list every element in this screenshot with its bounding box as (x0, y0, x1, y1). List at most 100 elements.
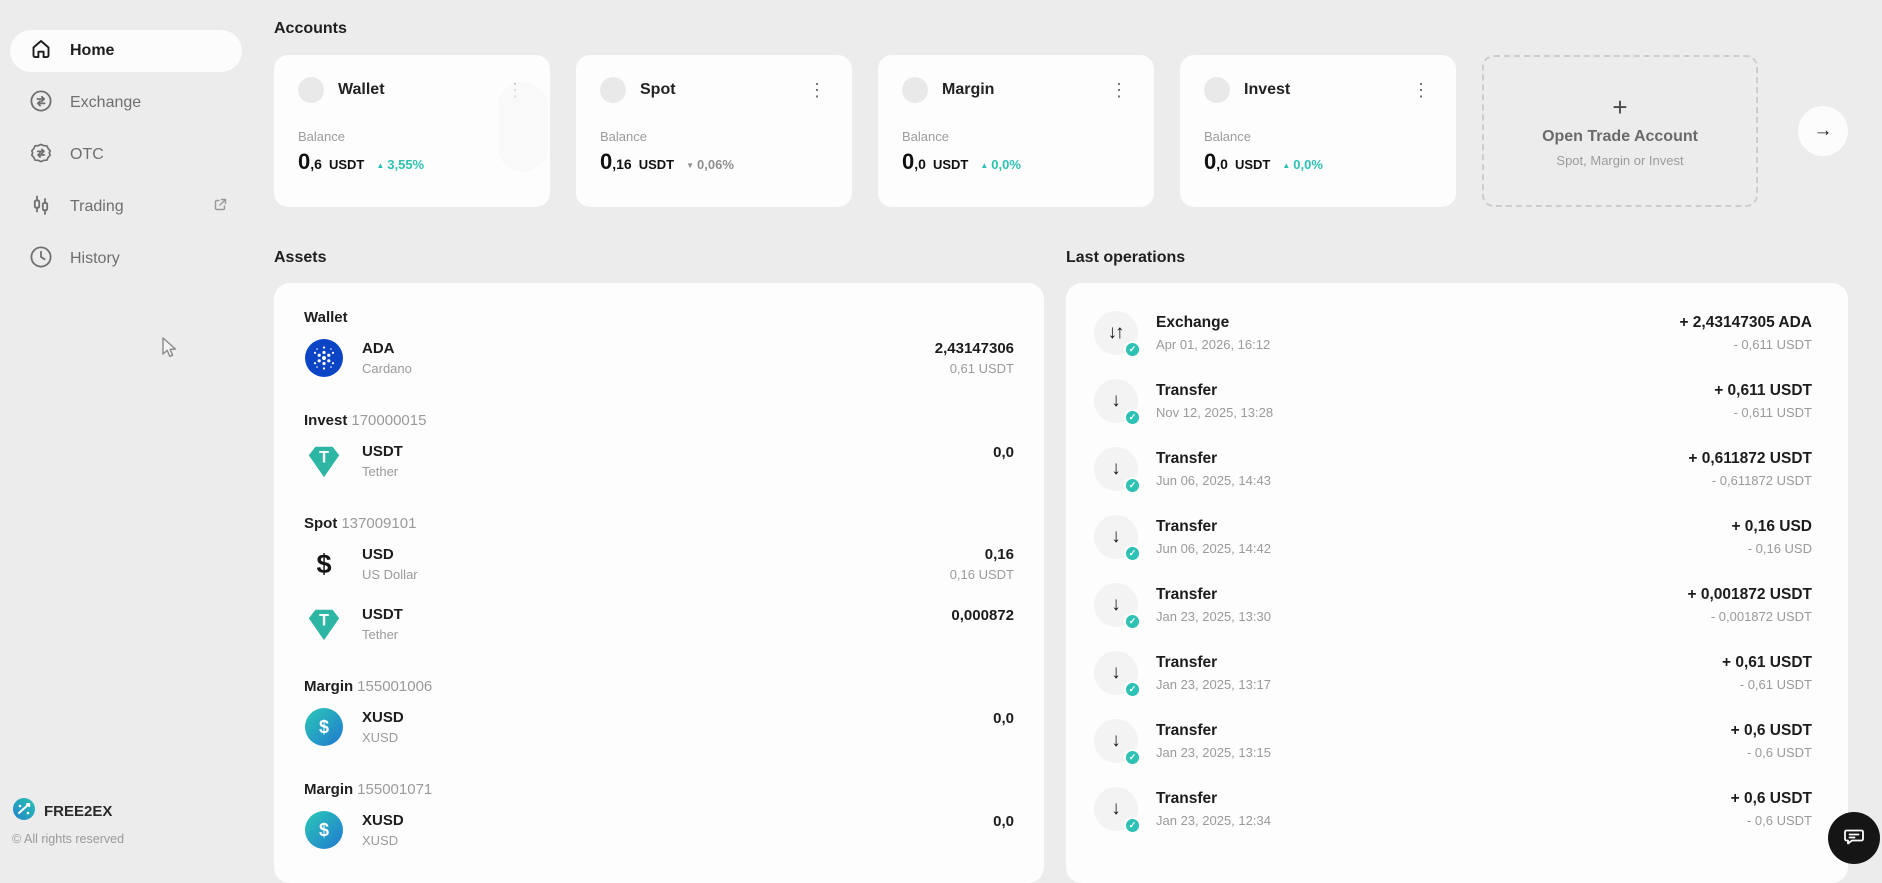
change-badge: ▼ 0,06% (686, 157, 734, 172)
change-badge: ▲ 0,0% (1282, 157, 1323, 172)
asset-symbol: USDT (362, 443, 403, 460)
account-card-spot[interactable]: Spot ⋮ Balance 0,16 USDT ▼ 0,06% (576, 55, 852, 207)
kebab-menu-icon[interactable]: ⋮ (1106, 81, 1132, 99)
asset-amount: 0,000872 (951, 607, 1014, 624)
group-name: Wallet (304, 309, 348, 326)
group-name: Spot (304, 515, 338, 532)
sidebar-item-label: OTC (70, 146, 104, 163)
brand-name: FREE2EX (44, 802, 113, 820)
operation-row[interactable]: ↓ ✓ Transfer Jan 23, 2025, 13:17 + 0,61 … (1094, 651, 1812, 698)
xusd-icon: $ (304, 810, 344, 850)
asset-fiat-value (993, 465, 1014, 478)
kebab-menu-icon[interactable]: ⋮ (804, 81, 830, 99)
operation-date: Jan 23, 2025, 12:34 (1156, 813, 1271, 828)
operation-type: Transfer (1156, 450, 1218, 467)
sidebar-item-history[interactable]: History (10, 238, 242, 280)
carousel-next-button[interactable]: → (1798, 106, 1848, 156)
plus-icon: + (1612, 91, 1628, 122)
asset-row-usdt[interactable]: T USDT Tether 0,0 (304, 441, 1014, 481)
sidebar-item-otc[interactable]: OTC (10, 134, 242, 176)
free2ex-logo-icon (12, 797, 36, 825)
operation-row[interactable]: ↓ ✓ Transfer Nov 12, 2025, 13:28 + 0,611… (1094, 379, 1812, 426)
asset-symbol: USDT (362, 606, 403, 623)
sidebar-item-home[interactable]: Home (10, 30, 242, 72)
asset-amount: 0,0 (993, 813, 1014, 830)
success-check-icon: ✓ (1124, 681, 1141, 698)
success-check-icon: ✓ (1124, 341, 1141, 358)
operation-type: Transfer (1156, 518, 1218, 535)
open-trade-title: Open Trade Account (1542, 127, 1698, 145)
asset-row-xusd[interactable]: $ XUSD XUSD 0,0 (304, 707, 1014, 747)
success-check-icon: ✓ (1124, 477, 1141, 494)
arrow-right-icon: → (1813, 120, 1833, 141)
operation-row[interactable]: ↓ ✓ Transfer Jan 23, 2025, 13:15 + 0,6 U… (1094, 719, 1812, 766)
balance-value: 0,0 USDT ▲ 0,0% (902, 149, 1021, 174)
account-card-invest[interactable]: Invest ⋮ Balance 0,0 USDT ▲ 0,0% (1180, 55, 1456, 207)
account-number: 137009101 (341, 515, 417, 532)
asset-row-xusd[interactable]: $ XUSD XUSD 0,0 (304, 810, 1014, 850)
assets-panel: Wallet ADA Cardano 2,43147306 0,61 USDT … (274, 283, 1044, 883)
operation-date: Jun 06, 2025, 14:43 (1156, 473, 1271, 488)
operation-sub-amount: - 0,61 USDT (1739, 677, 1812, 692)
success-check-icon: ✓ (1124, 749, 1141, 766)
account-avatar (902, 77, 928, 103)
balance-label: Balance (298, 129, 345, 144)
usd-icon: $ (316, 548, 332, 579)
operation-date: Jan 23, 2025, 13:15 (1156, 745, 1271, 760)
sidebar-item-trading[interactable]: Trading (10, 186, 242, 228)
candlestick-icon (28, 192, 54, 223)
sidebar-nav: Home Exchange OTC Trading History (0, 0, 250, 280)
success-check-icon: ✓ (1124, 613, 1141, 630)
asset-group-spot: Spot 137009101 $ USD US Dollar 0,16 0,16 … (304, 515, 1014, 644)
sidebar-item-label: Exchange (70, 94, 142, 111)
operation-type: Transfer (1156, 722, 1218, 739)
support-chat-button[interactable] (1828, 812, 1880, 864)
balance-label: Balance (902, 129, 949, 144)
operation-row[interactable]: ↓ ✓ Transfer Jun 06, 2025, 14:43 + 0,611… (1094, 447, 1812, 494)
accounts-section-title: Accounts (274, 20, 347, 37)
operation-amount: + 0,6 USDT (1730, 790, 1812, 807)
operation-row[interactable]: ↓↑ ✓ Exchange Apr 01, 2026, 16:12 + 2,43… (1094, 311, 1812, 358)
asset-fiat-value (993, 731, 1014, 744)
operations-panel: ↓↑ ✓ Exchange Apr 01, 2026, 16:12 + 2,43… (1066, 283, 1848, 883)
svg-text:T: T (319, 448, 329, 466)
asset-fiat-value (993, 834, 1014, 847)
asset-fiat-value (951, 628, 1014, 641)
operation-amount: + 0,001872 USDT (1687, 586, 1812, 603)
asset-symbol: USD (362, 546, 394, 563)
success-check-icon: ✓ (1124, 817, 1141, 834)
clock-icon (28, 244, 54, 275)
sidebar-footer: FREE2EX © All rights reserved (12, 797, 124, 846)
change-badge: ▲ 0,0% (980, 157, 1021, 172)
account-card-margin[interactable]: Margin ⋮ Balance 0,0 USDT ▲ 0,0% (878, 55, 1154, 207)
operation-amount: + 0,16 USD (1731, 518, 1812, 535)
sidebar-item-exchange[interactable]: Exchange (10, 82, 242, 124)
asset-group-wallet: Wallet ADA Cardano 2,43147306 0,61 USDT (304, 309, 1014, 378)
operation-amount: + 2,43147305 ADA (1679, 314, 1812, 331)
operation-row[interactable]: ↓ ✓ Transfer Jan 23, 2025, 13:30 + 0,001… (1094, 583, 1812, 630)
asset-row-ada[interactable]: ADA Cardano 2,43147306 0,61 USDT (304, 338, 1014, 378)
asset-fullname: XUSD (362, 833, 399, 848)
asset-fullname: Tether (362, 627, 399, 642)
carousel-prev-button[interactable] (498, 82, 548, 172)
operation-row[interactable]: ↓ ✓ Transfer Jan 23, 2025, 12:34 + 0,6 U… (1094, 787, 1812, 834)
operation-amount: + 0,61 USDT (1721, 654, 1812, 671)
account-card-title: Spot (640, 81, 676, 98)
success-check-icon: ✓ (1124, 545, 1141, 562)
account-avatar (298, 77, 324, 103)
operation-sub-amount: - 0,6 USDT (1746, 745, 1812, 760)
account-avatar (600, 77, 626, 103)
account-card-title: Wallet (338, 81, 385, 98)
balance-value: 0,6 USDT ▲ 3,55% (298, 149, 425, 174)
sidebar-item-label: History (70, 250, 120, 267)
open-trade-account-card[interactable]: + Open Trade Account Spot, Margin or Inv… (1482, 55, 1758, 207)
operation-row[interactable]: ↓ ✓ Transfer Jun 06, 2025, 14:42 + 0,16 … (1094, 515, 1812, 562)
trend-arrow-icon: ▼ (686, 161, 695, 170)
kebab-menu-icon[interactable]: ⋮ (1408, 81, 1434, 99)
asset-amount: 0,16 (984, 546, 1014, 563)
xusd-icon: $ (304, 707, 344, 747)
sidebar-item-label: Trading (70, 198, 124, 215)
asset-row-usdt[interactable]: T USDT Tether 0,000872 (304, 604, 1014, 644)
asset-row-usd[interactable]: $ USD US Dollar 0,16 0,16 USDT (304, 544, 1014, 584)
operation-date: Jun 06, 2025, 14:42 (1156, 541, 1271, 556)
